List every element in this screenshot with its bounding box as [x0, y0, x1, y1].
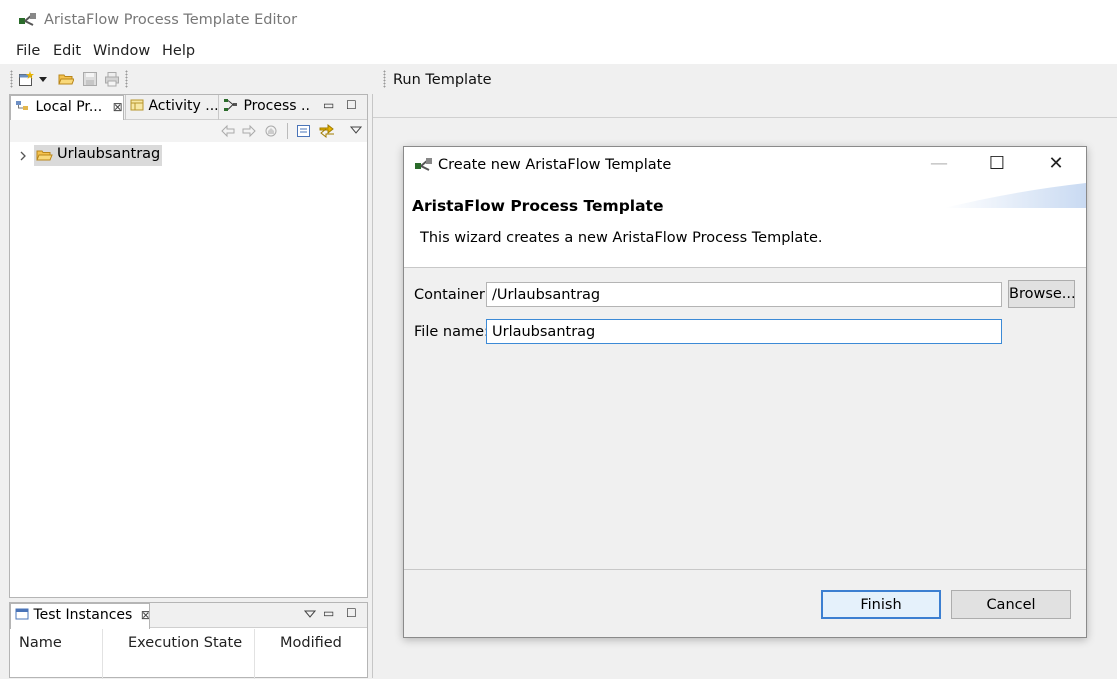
wizard-description: This wizard creates a new AristaFlow Pro… [420, 230, 823, 246]
open-folder-icon[interactable] [58, 71, 74, 87]
tree-item-label: Urlaubsantrag [57, 146, 161, 162]
menu-window[interactable]: Window [93, 43, 150, 59]
close-icon[interactable]: ⊠ [113, 100, 123, 114]
new-icon[interactable] [18, 71, 34, 87]
minimize-icon[interactable]: ▭ [323, 98, 334, 112]
tab-activity[interactable]: Activity ... [126, 95, 218, 120]
column-header-modified[interactable]: Modified [280, 635, 342, 651]
toolbar-grip[interactable] [383, 70, 386, 88]
chevron-down-icon[interactable] [38, 71, 48, 87]
wizard-heading: AristaFlow Process Template [412, 197, 664, 215]
print-icon [105, 72, 119, 87]
menu-file[interactable]: File [16, 43, 40, 59]
close-window-icon[interactable]: ✕ [1042, 153, 1070, 175]
wizard-header: AristaFlow Process Template This wizard … [404, 183, 1086, 268]
file-name-input[interactable] [486, 319, 1002, 344]
column-separator[interactable] [254, 629, 255, 679]
file-name-label: File name: [414, 324, 489, 340]
tab-label: Local Pr... [35, 99, 103, 115]
local-projects-view: Local Pr... ⊠ Activity ... Process ... ▭… [9, 94, 368, 598]
process-icon [224, 99, 237, 111]
tab-process[interactable]: Process ... [219, 95, 311, 120]
view-tab-bar: Test Instances ⊠ ▭ ☐ [10, 603, 367, 629]
tab-label: Test Instances [33, 607, 133, 623]
cancel-button[interactable]: Cancel [951, 590, 1071, 619]
view-menu-chevron-icon[interactable] [304, 609, 316, 619]
view-toolbar [10, 120, 367, 142]
main-toolbar: Run Template [0, 64, 1117, 94]
create-template-dialog: Create new AristaFlow Template — ☐ ✕ Ari… [403, 146, 1087, 638]
maximize-icon[interactable]: ☐ [346, 606, 357, 620]
test-instances-view: Test Instances ⊠ ▭ ☐ Name Execution Stat… [9, 602, 368, 679]
view-tab-bar: Local Pr... ⊠ Activity ... Process ... ▭… [10, 95, 367, 121]
aristaflow-app-icon [415, 158, 432, 171]
menu-bar: File Edit Window Help [0, 40, 1117, 64]
maximize-icon[interactable]: ☐ [346, 98, 357, 112]
finish-button[interactable]: Finish [821, 590, 941, 619]
tab-local-projects[interactable]: Local Pr... ⊠ [10, 95, 124, 121]
column-header-name[interactable]: Name [19, 635, 62, 651]
column-header-execution-state[interactable]: Execution State [128, 635, 242, 651]
close-icon[interactable]: ⊠ [141, 608, 149, 622]
minimize-icon[interactable]: ▭ [323, 606, 334, 620]
home-icon [265, 125, 277, 137]
tab-label: Process ... [243, 98, 311, 114]
dialog-titlebar: Create new AristaFlow Template — ☐ ✕ [404, 147, 1086, 183]
view-menu-chevron-icon[interactable] [350, 125, 362, 135]
collapse-all-icon[interactable] [296, 124, 312, 138]
project-tree-icon [16, 101, 28, 110]
editor-tab-strip [373, 94, 1117, 118]
wizard-banner-image [944, 183, 1086, 208]
window-title: AristaFlow Process Template Editor [44, 12, 298, 28]
link-with-editor-icon[interactable] [318, 123, 336, 139]
tab-test-instances[interactable]: Test Instances ⊠ [10, 603, 150, 629]
back-arrow-icon [221, 124, 235, 138]
dialog-footer-separator [404, 569, 1086, 570]
tab-label: Activity ... [148, 98, 218, 114]
chevron-right-icon[interactable] [18, 150, 28, 162]
minimize-window-icon: — [930, 153, 948, 174]
toolbar-separator [287, 123, 288, 139]
run-template-button[interactable]: Run Template [393, 72, 492, 88]
window-icon [15, 608, 29, 620]
browse-button[interactable]: Browse... [1008, 280, 1076, 308]
toolbar-grip[interactable] [10, 70, 13, 88]
container-input[interactable] [486, 282, 1002, 307]
forward-arrow-icon [242, 124, 256, 138]
aristaflow-app-icon [19, 13, 36, 26]
menu-edit[interactable]: Edit [53, 43, 81, 59]
folder-icon [36, 150, 53, 161]
toolbar-grip[interactable] [125, 70, 128, 88]
activity-icon [130, 99, 144, 111]
save-icon [83, 72, 97, 86]
maximize-window-icon[interactable]: ☐ [983, 153, 1011, 175]
dialog-title: Create new AristaFlow Template [438, 157, 672, 173]
menu-help[interactable]: Help [162, 43, 195, 59]
window-titlebar: AristaFlow Process Template Editor [0, 0, 1117, 40]
column-separator[interactable] [102, 629, 103, 679]
container-label: Container: [414, 287, 490, 303]
